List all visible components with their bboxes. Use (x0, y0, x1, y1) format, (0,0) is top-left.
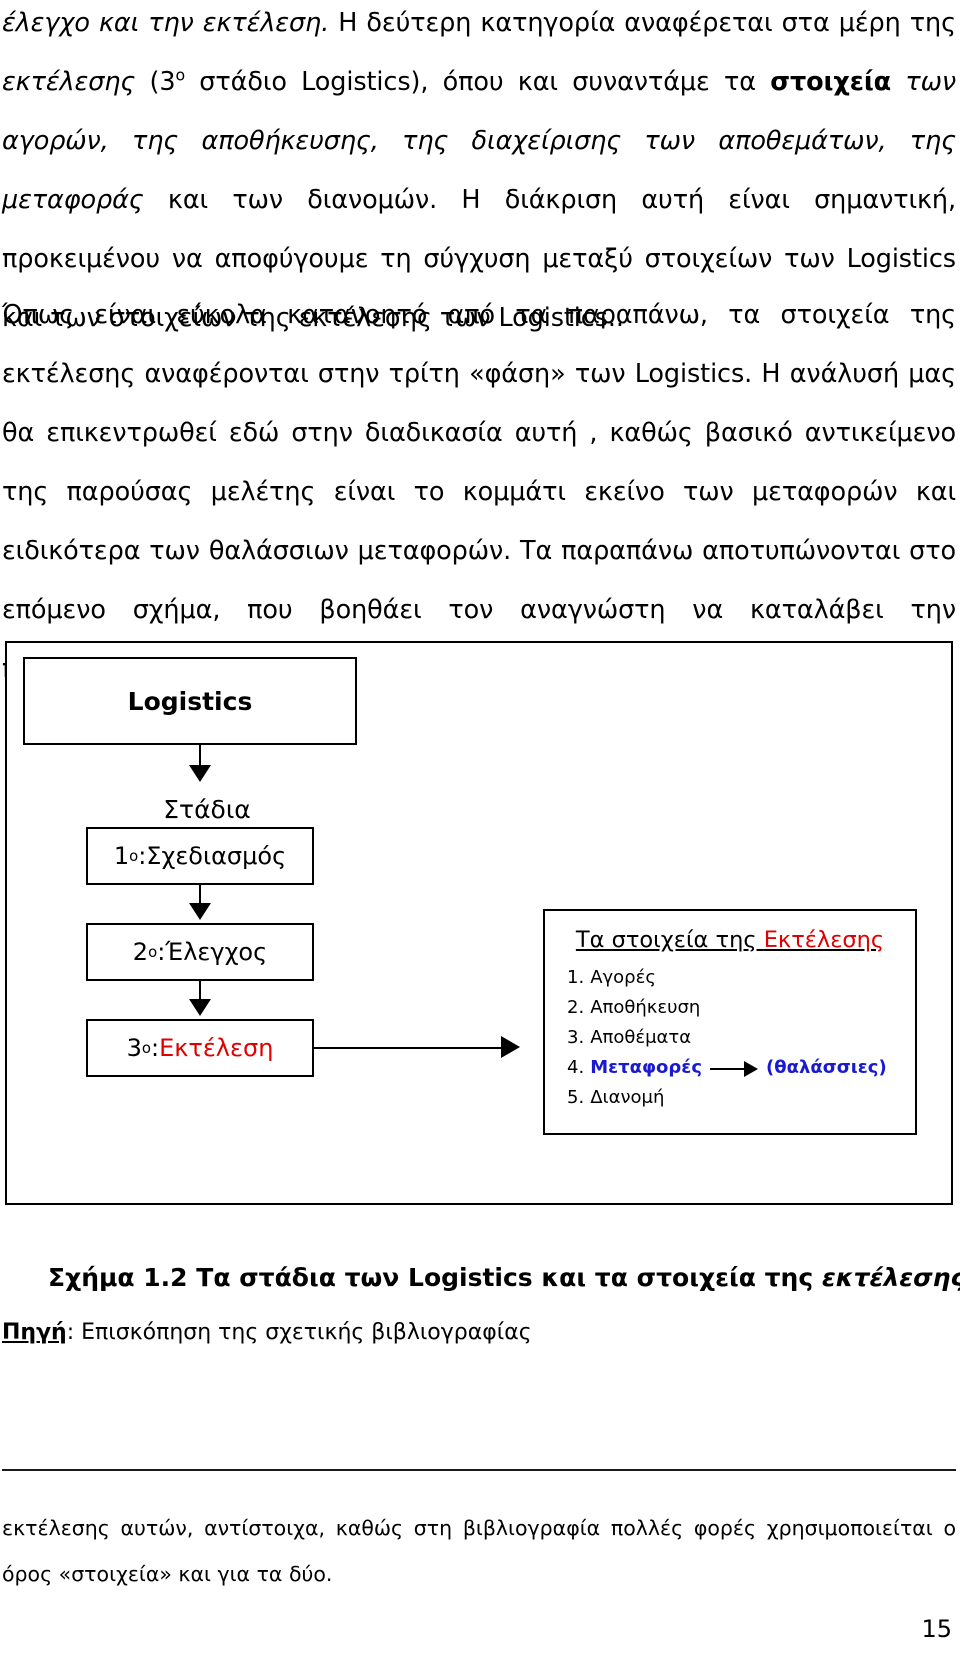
figure-node-stage-2: 2ο: Έλεγχος (86, 923, 314, 981)
arrow-head-stage2-to-stage3 (189, 999, 211, 1016)
document-page: έλεγχο και την εκτέλεση. Η δεύτερη κατηγ… (0, 0, 960, 1671)
stage-1-separator: : (138, 842, 147, 870)
run-normal-3: στάδιο Logistics), όπου και συναντάμε τα (185, 67, 771, 97)
figure-elements-box: Τα στοιχεία της Εκτέλεσης 1. Αγορές 2. Απο… (543, 909, 917, 1135)
figure-caption-prefix: Σχήμα 1.2 Τα στάδια των Logistics και τα… (48, 1263, 822, 1292)
list-item: 4. Μεταφορές (θαλάσσιες) (567, 1057, 915, 1078)
stage-3-ordinal: 3 (126, 1034, 142, 1062)
elements-box-title-prefix: Τα στοιχεία της (575, 927, 764, 953)
elements-box-title-highlight: Εκτέλεσης (763, 927, 885, 953)
figure-node-logistics: Logistics (23, 657, 357, 745)
arrow-head-root-to-stages (189, 765, 211, 782)
footnote-text: εκτέλεσης αυτών, αντίστοιχα, καθώς στη β… (2, 1516, 956, 1586)
run-italic-4: μεταφοράς (2, 185, 144, 215)
run-italic-2: εκτέλεσης (2, 67, 136, 97)
figure-source-label: Πηγή (2, 1320, 67, 1345)
list-item-5-label: Διανομή (590, 1087, 665, 1108)
figure-source: Πηγή: Επισκόπηση της σχετικής βιβλιογραφ… (2, 1320, 532, 1345)
list-item-1-number: 1. (567, 967, 585, 988)
page-number: 15 (921, 1615, 952, 1643)
run-normal-2: (3 (135, 67, 176, 97)
paragraph-2-text: Όπως είναι εύκολα κατανοητό από τα παραπ… (2, 300, 956, 684)
right-arrow-icon (710, 1060, 758, 1077)
run-normal-4: και των διανομών. (143, 185, 438, 215)
figure-source-text: : Επισκόπηση της σχετικής βιβλιογραφίας (66, 1320, 532, 1345)
list-item-2-number: 2. (567, 997, 585, 1018)
list-item: 1. Αγορές (567, 967, 915, 988)
figure-container: Logistics Στάδια 1ο: Σχεδιασμός 2ο: Έλεγ… (5, 641, 953, 1205)
run-italic-1: έλεγχο και την εκτέλεση. (2, 8, 330, 38)
footnote-separator (2, 1469, 956, 1471)
stage-2-label: Έλεγχος (165, 938, 268, 966)
figure-caption-emphasis: εκτέλεσης (821, 1263, 960, 1292)
list-item-5-number: 5. (567, 1087, 585, 1108)
list-item-3-number: 3. (567, 1027, 585, 1048)
figure-caption: Σχήμα 1.2 Τα στάδια των Logistics και τα… (48, 1263, 960, 1292)
body-paragraph-2: Όπως είναι εύκολα κατανοητό από τα παραπ… (2, 286, 956, 699)
stage-3-label: Εκτέλεση (159, 1034, 274, 1062)
stage-2-ordinal: 2 (132, 938, 149, 966)
list-item: 3. Αποθέματα (567, 1027, 915, 1048)
list-item-4-number: 4. (567, 1057, 585, 1078)
connector-line-stage2-to-stage3 (199, 981, 201, 1001)
list-item-3-label: Αποθέματα (590, 1027, 692, 1048)
connector-line-stage1-to-stage2 (199, 885, 201, 905)
connector-line-root-to-stages (199, 745, 201, 767)
connector-line-stage3-to-elements (314, 1047, 504, 1049)
list-item-1-label: Αγορές (590, 967, 656, 988)
list-item-4-suffix: (θαλάσσιες) (766, 1057, 887, 1078)
footnote-block: εκτέλεσης αυτών, αντίστοιχα, καθώς στη β… (2, 1505, 956, 1597)
stage-3-separator: : (150, 1034, 160, 1062)
elements-box-title: Τα στοιχεία της Εκτέλεσης (545, 927, 915, 953)
run-superscript-1: ο (175, 65, 186, 85)
figure-node-logistics-label: Logistics (127, 686, 253, 716)
list-item-4-label: Μεταφορές (590, 1057, 702, 1078)
list-item-2-label: Αποθήκευση (590, 997, 701, 1018)
stage-1-label: Σχεδιασμός (146, 842, 287, 870)
figure-node-stage-1: 1ο: Σχεδιασμός (86, 827, 314, 885)
list-item: 5. Διανομή (567, 1087, 915, 1108)
figure-stages-label: Στάδια (163, 795, 251, 824)
figure-node-stage-3: 3ο: Εκτέλεση (86, 1019, 314, 1077)
stage-1-ordinal: 1 (113, 842, 130, 870)
run-bold-1: στοιχεία (770, 67, 892, 97)
arrow-head-stage1-to-stage2 (189, 903, 211, 920)
arrow-head-stage3-to-elements (501, 1036, 520, 1058)
run-normal-1: Η δεύτερη κατηγορία αναφέρεται στα μέρη … (329, 8, 956, 38)
list-item: 2. Αποθήκευση (567, 997, 915, 1018)
